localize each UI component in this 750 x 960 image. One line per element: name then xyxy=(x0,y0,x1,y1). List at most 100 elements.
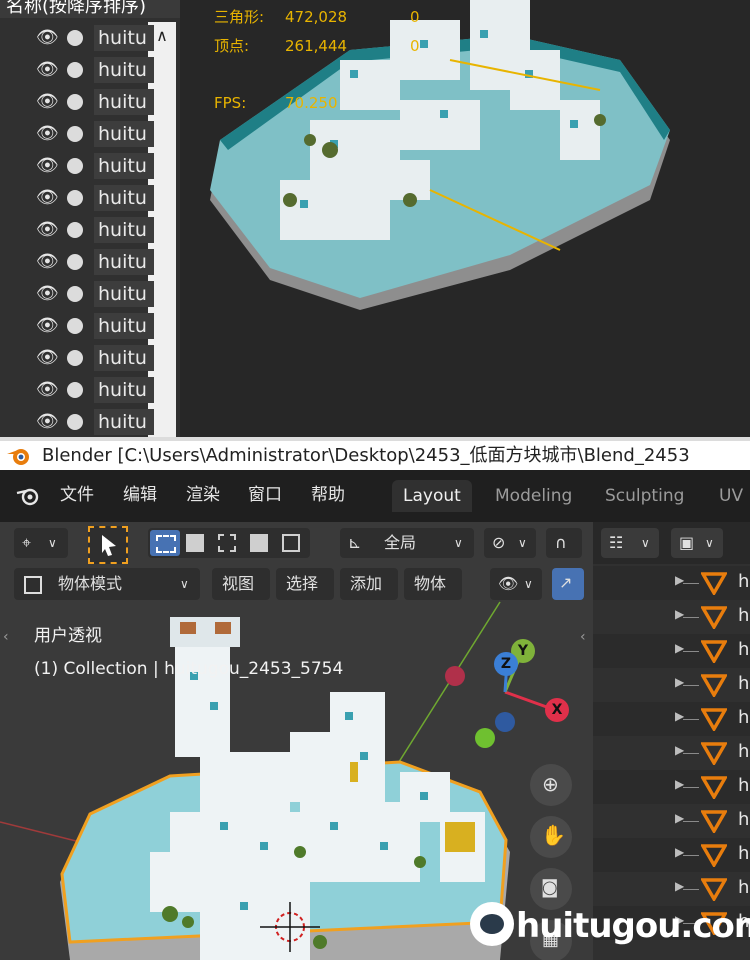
sidebar-expand-arrow-icon[interactable]: ‹ xyxy=(580,626,586,648)
outliner-object-row[interactable]: ▶ hu xyxy=(593,872,750,906)
expand-arrow-icon[interactable]: ▶ xyxy=(675,573,684,587)
transform-pivot-dropdown[interactable]: ⌖ ∨ xyxy=(14,528,68,558)
eye-icon[interactable]: 👁 xyxy=(36,93,59,111)
mesh-object-icon[interactable] xyxy=(701,741,727,765)
expand-arrow-icon[interactable]: ▶ xyxy=(675,777,684,791)
mesh-object-icon[interactable] xyxy=(701,605,727,629)
outliner-object-name[interactable]: hu xyxy=(738,605,750,627)
mesh-object-icon[interactable] xyxy=(701,775,727,799)
mode-dropdown[interactable]: 物体模式 ∨ xyxy=(14,568,200,600)
snap-toggle-button[interactable]: ∩ xyxy=(546,528,582,558)
eye-icon[interactable]: 👁 xyxy=(36,413,59,431)
expand-arrow-icon[interactable]: ▶ xyxy=(675,709,684,723)
select-tool-button[interactable] xyxy=(88,526,128,564)
menu-help[interactable]: 帮助 xyxy=(311,484,345,506)
menu-file[interactable]: 文件 xyxy=(60,484,94,506)
outliner-row[interactable]: 👁 huitu xyxy=(0,214,154,246)
outliner-row[interactable]: 👁 huitu xyxy=(0,310,154,342)
eye-icon[interactable]: 👁 xyxy=(36,189,59,207)
expand-arrow-icon[interactable]: ▶ xyxy=(675,675,684,689)
gizmo-toggle-button[interactable]: ↗ xyxy=(552,568,584,600)
menu-view[interactable]: 视图 xyxy=(212,568,270,600)
eye-icon[interactable]: 👁 xyxy=(36,285,59,303)
outliner-object-name[interactable]: hu xyxy=(738,707,750,729)
outliner-row[interactable]: 👁 huitu xyxy=(0,374,154,406)
display-mode-dropdown[interactable]: ☷ ∨ xyxy=(601,528,659,558)
render-dot-icon[interactable] xyxy=(67,190,83,206)
select-invert-icon[interactable] xyxy=(250,534,268,552)
viewport-top[interactable]: 三角形: 472,028 0 顶点: 261,444 0 FPS: 70.250 xyxy=(180,0,750,437)
outliner-row-name[interactable]: huitu xyxy=(94,57,154,83)
outliner-object-name[interactable]: hu xyxy=(738,775,750,797)
eye-icon[interactable]: 👁 xyxy=(36,61,59,79)
render-dot-icon[interactable] xyxy=(67,222,83,238)
gizmo-x-axis[interactable]: X xyxy=(545,698,569,722)
outliner-object-row[interactable]: ▶ hu xyxy=(593,838,750,872)
expand-arrow-icon[interactable]: ▶ xyxy=(675,845,684,859)
menu-edit[interactable]: 编辑 xyxy=(123,484,157,506)
menu-object[interactable]: 物体 xyxy=(404,568,462,600)
outliner-row[interactable]: 👁 huitu xyxy=(0,86,154,118)
outliner-row-name[interactable]: huitu xyxy=(94,409,154,435)
render-dot-icon[interactable] xyxy=(67,62,83,78)
select-subtract-icon[interactable] xyxy=(218,534,236,552)
outliner-object-name[interactable]: hu xyxy=(738,639,750,661)
viewport-3d[interactable]: Y Z X ⌖ ∨ ⊾ 全局 ∨ ⊘ ∨ ∩ 物体模式 ∨ 视图 选择 添加 物… xyxy=(0,522,593,960)
expand-arrow-icon[interactable]: ▶ xyxy=(675,607,684,621)
outliner-object-row[interactable]: ▶ hu xyxy=(593,804,750,838)
outliner-object-name[interactable]: hu xyxy=(738,673,750,695)
tab-layout[interactable]: Layout xyxy=(392,480,472,512)
outliner-row[interactable]: 👁 huitu xyxy=(0,246,154,278)
outliner-object-row[interactable]: ▶ hu xyxy=(593,736,750,770)
eye-icon[interactable]: 👁 xyxy=(36,29,59,47)
outliner-row[interactable]: 👁 huitu xyxy=(0,118,154,150)
outliner-object-row[interactable]: ▶ hu xyxy=(593,600,750,634)
tab-sculpting[interactable]: Sculpting xyxy=(594,480,695,512)
mesh-object-icon[interactable] xyxy=(701,571,727,595)
render-dot-icon[interactable] xyxy=(67,126,83,142)
render-dot-icon[interactable] xyxy=(67,318,83,334)
render-dot-icon[interactable] xyxy=(67,286,83,302)
render-dot-icon[interactable] xyxy=(67,350,83,366)
menu-select[interactable]: 选择 xyxy=(276,568,334,600)
render-dot-icon[interactable] xyxy=(67,158,83,174)
menu-add[interactable]: 添加 xyxy=(340,568,398,600)
render-dot-icon[interactable] xyxy=(67,382,83,398)
tab-uv[interactable]: UV xyxy=(708,480,750,512)
outliner-row[interactable]: 👁 huitu xyxy=(0,342,154,374)
outliner-row[interactable]: 👁 huitu xyxy=(0,54,154,86)
outliner-object-row[interactable]: ▶ hu xyxy=(593,634,750,668)
render-dot-icon[interactable] xyxy=(67,30,83,46)
select-extend-icon[interactable] xyxy=(186,534,204,552)
select-new-button[interactable] xyxy=(150,530,180,556)
outliner-row[interactable]: 👁 huitu xyxy=(0,182,154,214)
render-dot-icon[interactable] xyxy=(67,94,83,110)
mesh-object-icon[interactable] xyxy=(701,673,727,697)
menu-render[interactable]: 渲染 xyxy=(186,484,220,506)
expand-arrow-icon[interactable]: ▶ xyxy=(675,641,684,655)
gizmo-z-axis[interactable]: Z xyxy=(494,652,518,676)
pan-button[interactable]: ✋ xyxy=(530,816,572,858)
outliner-object-name[interactable]: hu xyxy=(738,741,750,763)
mesh-object-icon[interactable] xyxy=(701,877,727,901)
outliner-row[interactable]: 👁 huitu xyxy=(0,150,154,182)
outliner-column-header[interactable]: 名称(按降序排序) xyxy=(0,0,186,18)
visibility-dropdown[interactable]: 👁 ∨ xyxy=(490,568,542,600)
outliner-row-name[interactable]: huitu xyxy=(94,121,154,147)
eye-icon[interactable]: 👁 xyxy=(36,221,59,239)
outliner-object-row[interactable]: ▶ hu xyxy=(593,566,750,600)
tab-modeling[interactable]: Modeling xyxy=(484,480,583,512)
mesh-object-icon[interactable] xyxy=(701,707,727,731)
outliner-object-name[interactable]: hu xyxy=(738,809,750,831)
outliner-object-name[interactable]: hu xyxy=(738,843,750,865)
outliner-row-name[interactable]: huitu xyxy=(94,281,154,307)
outliner-row[interactable]: 👁 huitu xyxy=(0,406,154,437)
select-intersect-icon[interactable] xyxy=(282,534,300,552)
outliner-row[interactable]: 👁 huitu xyxy=(0,278,154,310)
expand-arrow-icon[interactable]: ▶ xyxy=(675,811,684,825)
toolbar-expand-arrow-icon[interactable]: ‹ xyxy=(3,626,9,648)
outliner-row-name[interactable]: huitu xyxy=(94,345,154,371)
outliner-object-name[interactable]: hu xyxy=(738,877,750,899)
eye-icon[interactable]: 👁 xyxy=(36,349,59,367)
outliner-object-row[interactable]: ▶ hu xyxy=(593,702,750,736)
